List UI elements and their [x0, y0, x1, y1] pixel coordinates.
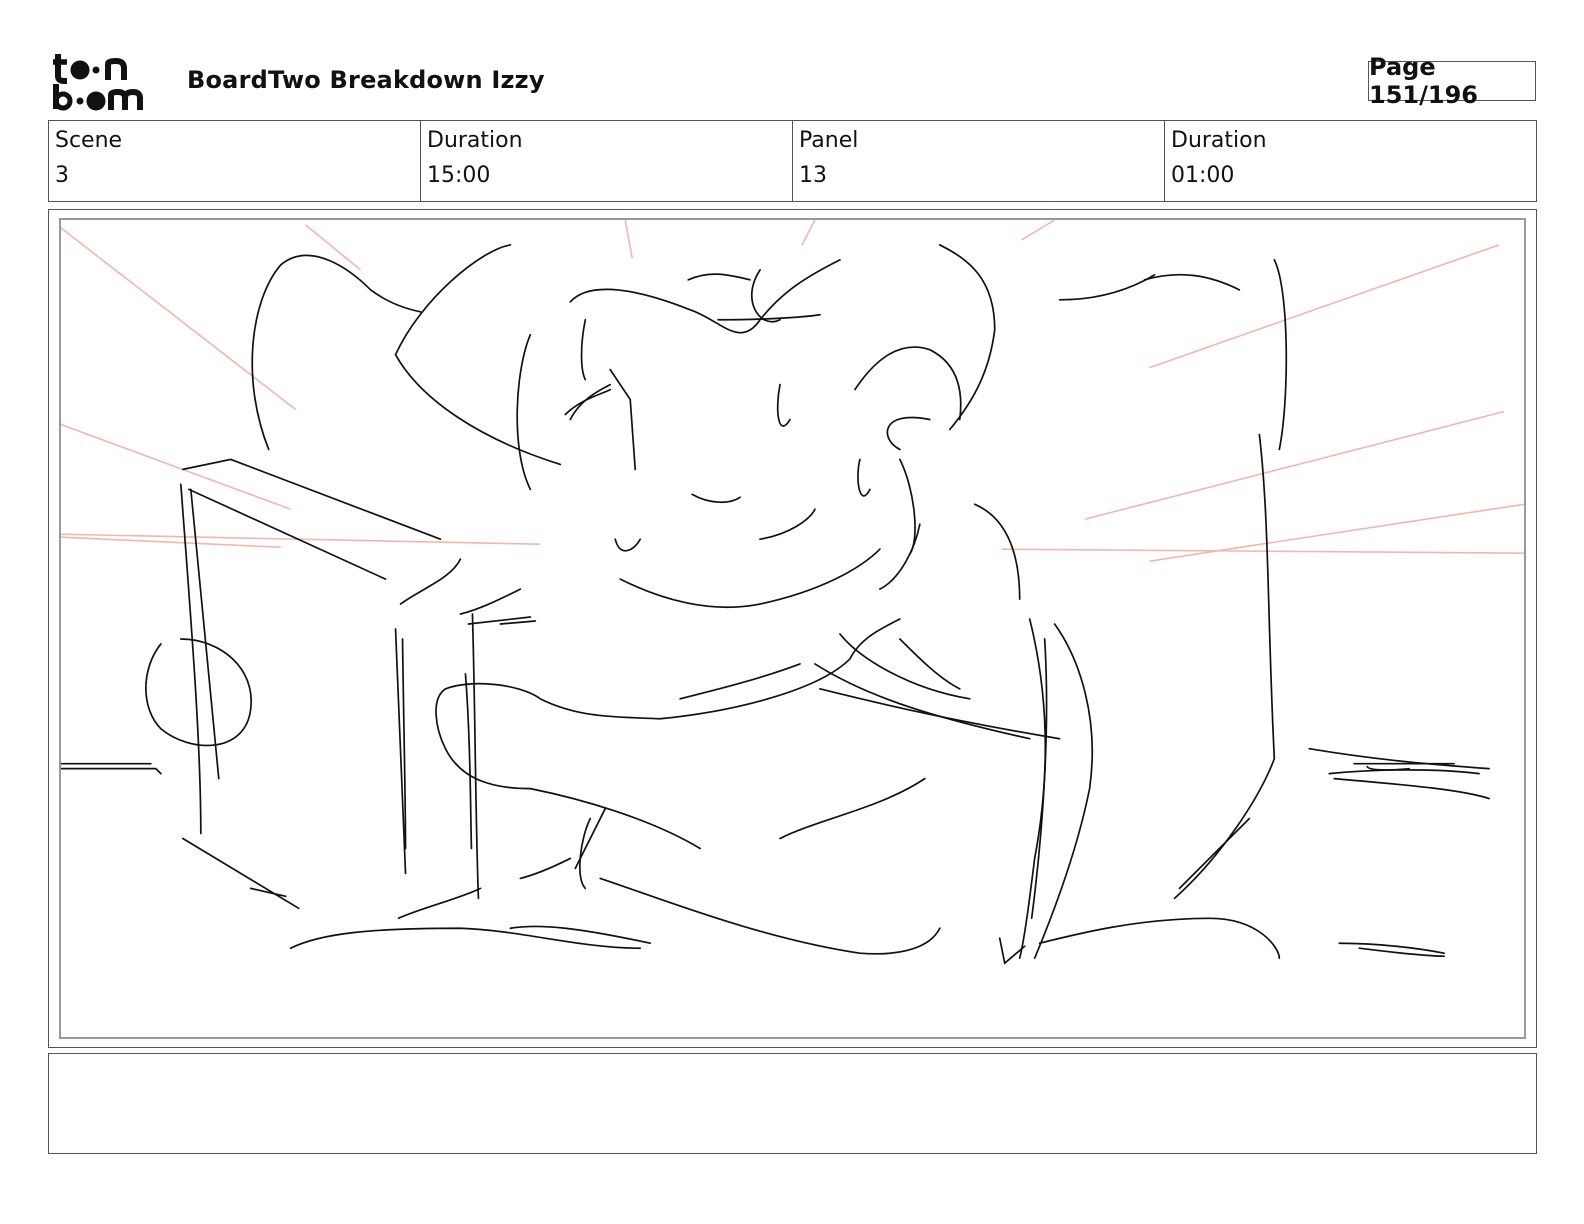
panel-label: Panel [799, 128, 859, 153]
page-number: Page 151/196 [1368, 53, 1536, 109]
document-title: BoardTwo Breakdown Izzy [187, 66, 545, 94]
storyboard-panel-frame [48, 209, 1537, 1048]
panel-duration-cell: Duration 01:00 [1165, 121, 1536, 201]
scene-duration-cell: Duration 15:00 [421, 121, 793, 201]
scene-duration-label: Duration [427, 128, 523, 153]
panel-duration-value: 01:00 [1171, 163, 1235, 188]
storyboard-panel-image [59, 218, 1526, 1039]
scene-label: Scene [55, 128, 123, 153]
toon-boom-logo [50, 50, 165, 114]
scene-value: 3 [55, 163, 69, 188]
construction-lines [61, 220, 1524, 562]
sketch-drawing [61, 220, 1524, 965]
sketch-lines [61, 244, 1490, 965]
panel-value: 13 [799, 163, 827, 188]
scene-duration-value: 15:00 [427, 163, 491, 188]
info-table: Scene 3 Duration 15:00 Panel 13 Duration… [48, 120, 1537, 202]
panel-duration-label: Duration [1171, 128, 1267, 153]
panel-cell: Panel 13 [793, 121, 1165, 201]
panel-notes-box [48, 1053, 1537, 1154]
scene-cell: Scene 3 [49, 121, 421, 201]
